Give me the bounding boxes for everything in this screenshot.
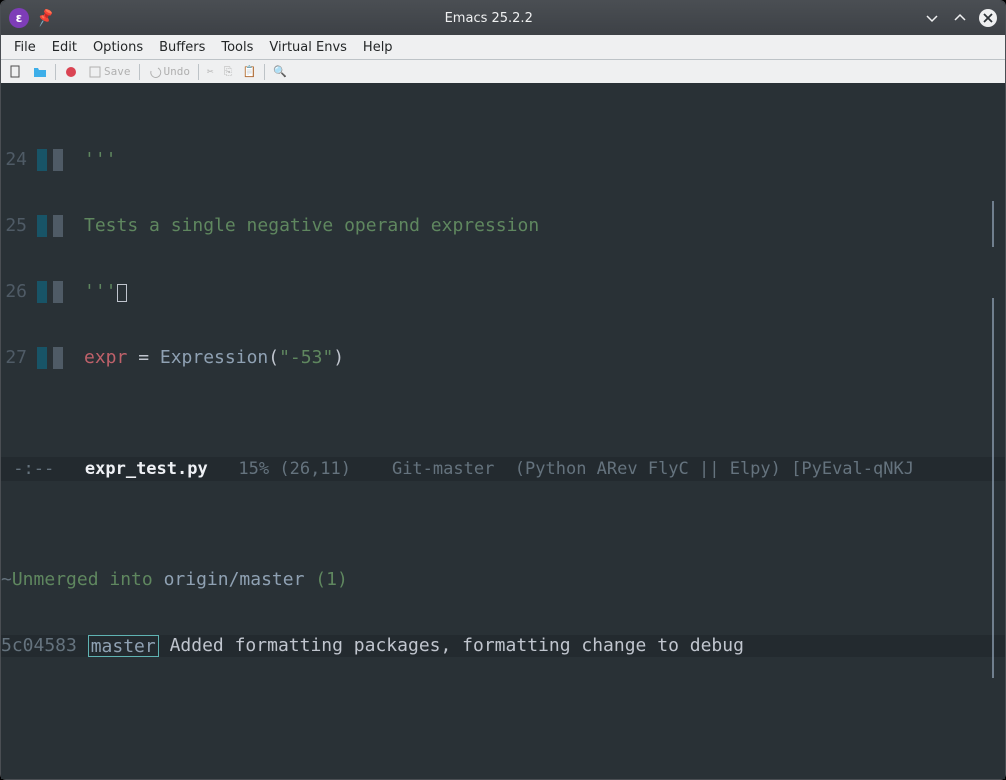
new-file-icon[interactable]	[5, 63, 27, 81]
save-button[interactable]: Save	[84, 63, 135, 81]
menubar: File Edit Options Buffers Tools Virtual …	[1, 35, 1005, 59]
app-icon: ε	[9, 8, 29, 28]
linenum: 25	[1, 215, 29, 237]
code-text: Tests a single negative operand expressi…	[84, 215, 539, 236]
cursor	[117, 284, 127, 302]
window-title: Emacs 25.2.2	[54, 11, 923, 26]
linenum: 26	[1, 281, 29, 303]
modeline-code: -:-- expr_test.py 15% (26,11) Git-master…	[1, 457, 1005, 481]
linenum: 27	[1, 347, 29, 369]
menu-file[interactable]: File	[7, 38, 43, 57]
magit-commit-line[interactable]: 5c04583 master Added formatting packages…	[1, 635, 1005, 657]
save-label: Save	[104, 65, 131, 78]
menu-buffers[interactable]: Buffers	[152, 38, 212, 57]
magit-section-header[interactable]: Unmerged into	[12, 569, 164, 591]
scrollbar-thumb[interactable]	[992, 201, 994, 247]
code-text: expr	[84, 347, 127, 368]
menu-tools[interactable]: Tools	[214, 38, 260, 57]
search-icon[interactable]: 🔍	[269, 63, 291, 80]
menu-options[interactable]: Options	[86, 38, 150, 57]
titlebar: ε 📌 Emacs 25.2.2	[1, 1, 1005, 35]
menu-edit[interactable]: Edit	[45, 38, 84, 57]
branch-badge: master	[88, 635, 159, 657]
paste-icon[interactable]: 📋	[238, 63, 260, 80]
code-text: '''	[84, 281, 117, 302]
undo-label: Undo	[164, 65, 191, 78]
undo-button[interactable]: Undo	[144, 63, 195, 81]
editor-area[interactable]: 24 ''' 25 Tests a single negative operand …	[1, 83, 1005, 779]
commit-message: Added formatting packages, formatting ch…	[159, 635, 744, 657]
menu-virtual-envs[interactable]: Virtual Envs	[262, 38, 354, 57]
pin-icon[interactable]: 📌	[35, 8, 56, 28]
close-buffer-icon[interactable]	[60, 63, 82, 81]
toolbar: Save Undo ✂ ⎘ 📋 🔍	[1, 59, 1005, 83]
maximize-icon[interactable]	[951, 9, 969, 27]
code-text: '''	[84, 149, 117, 170]
commit-hash: 5c04583	[1, 635, 88, 657]
minimize-icon[interactable]	[923, 9, 941, 27]
buffer-name: expr_test.py	[64, 459, 207, 479]
cut-icon[interactable]: ✂	[203, 63, 218, 80]
scrollbar-thumb[interactable]	[992, 298, 994, 678]
app-window: ε 📌 Emacs 25.2.2 File Edit Options Buffe…	[0, 0, 1006, 780]
linenum: 24	[1, 149, 29, 171]
open-file-icon[interactable]	[29, 63, 51, 81]
copy-icon[interactable]: ⎘	[220, 63, 237, 81]
menu-help[interactable]: Help	[356, 38, 400, 57]
close-icon[interactable]	[979, 9, 997, 27]
